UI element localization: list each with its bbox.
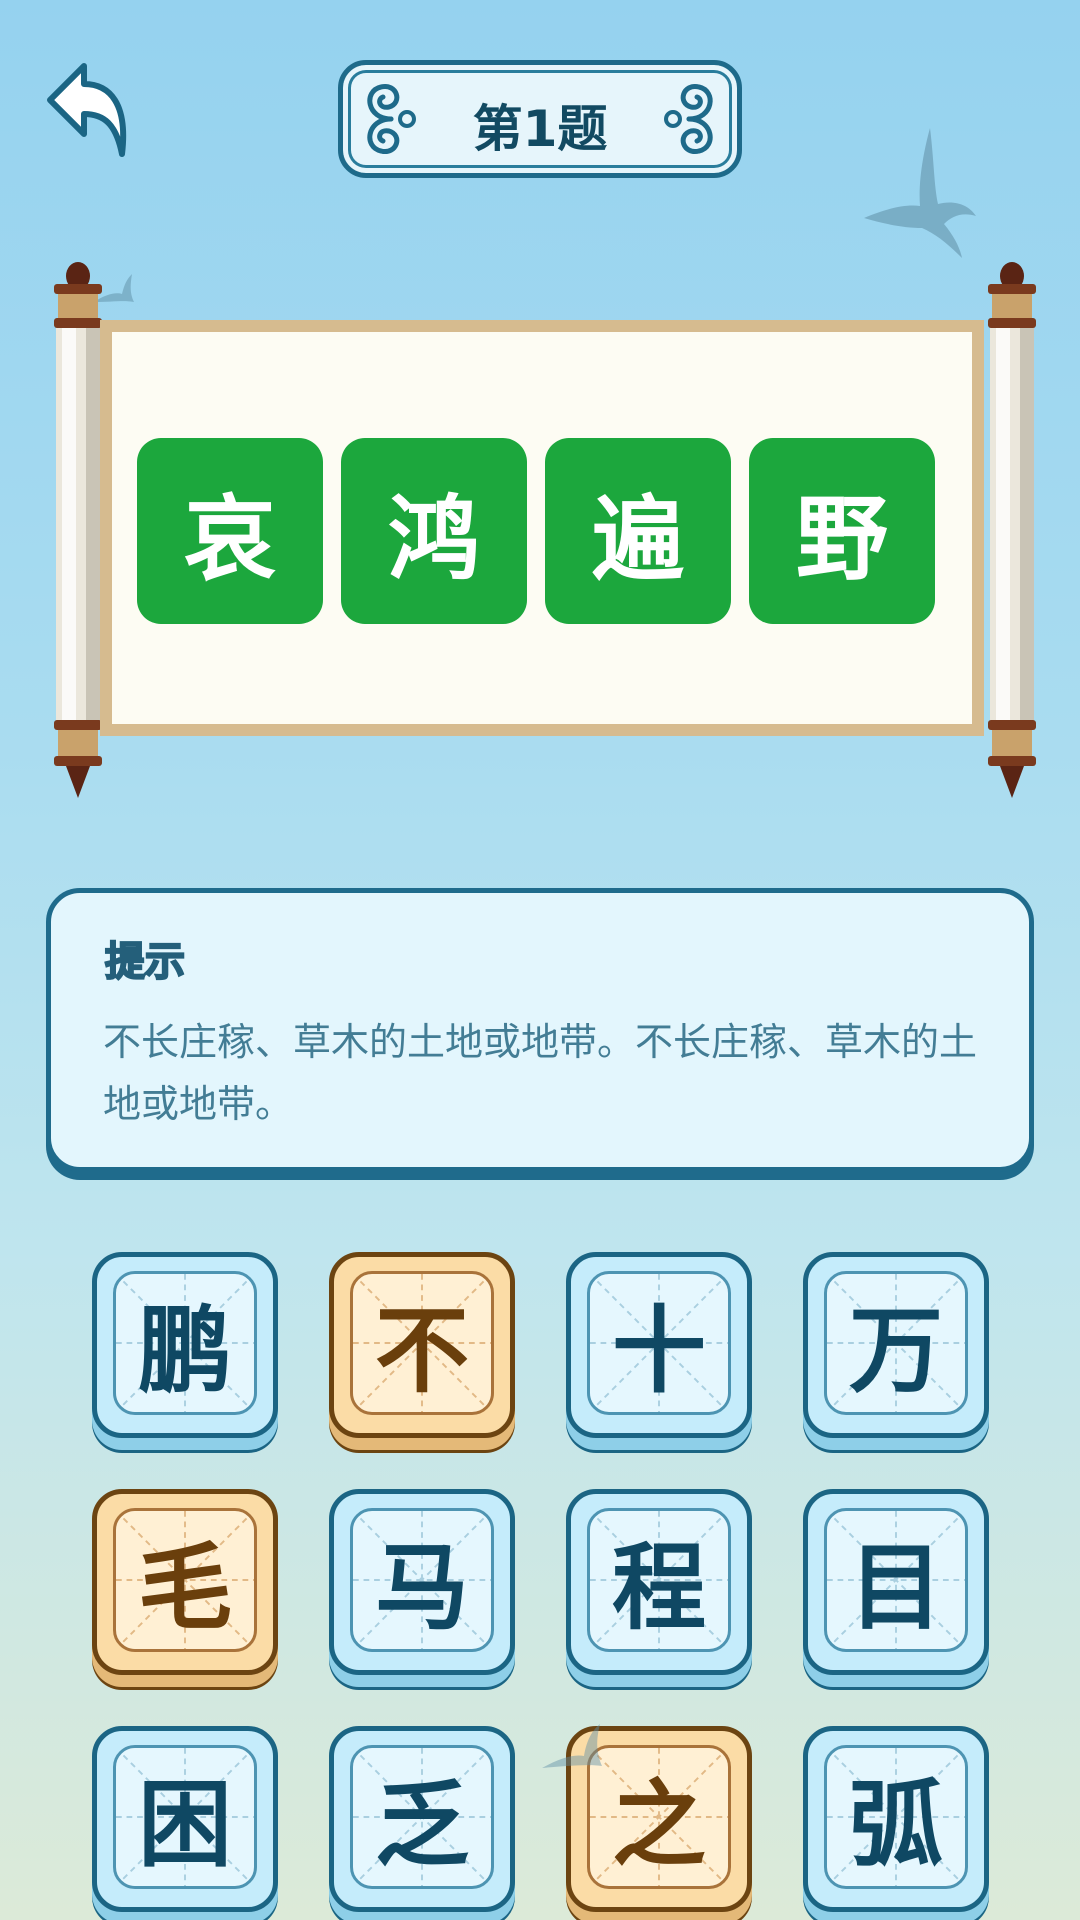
scroll-ornament-icon <box>664 84 713 154</box>
scroll-roller-right <box>988 262 1036 798</box>
swallow-bird-icon <box>864 128 976 258</box>
tian-grid-box: 马 <box>350 1508 494 1652</box>
candidate-char: 马 <box>374 1534 469 1643</box>
candidate-tile[interactable]: 十 <box>566 1252 752 1438</box>
answer-slots: 哀 鸿 遍 野 <box>137 438 935 624</box>
candidate-tile[interactable]: 目 <box>803 1489 989 1675</box>
candidate-char: 鹏 <box>137 1297 232 1406</box>
tian-grid-box: 目 <box>824 1508 968 1652</box>
candidate-tile[interactable]: 困 <box>92 1726 278 1912</box>
scroll-roller-left <box>54 262 102 798</box>
hint-title: 提示 <box>104 938 186 986</box>
candidate-char: 不 <box>374 1297 469 1406</box>
candidate-char: 弧 <box>848 1771 943 1880</box>
candidate-char: 万 <box>848 1297 943 1406</box>
tian-grid-box: 毛 <box>113 1508 257 1652</box>
candidate-tile[interactable]: 万 <box>803 1252 989 1438</box>
candidate-char: 十 <box>611 1297 706 1406</box>
tian-grid-box: 乏 <box>350 1745 494 1889</box>
candidate-char: 乏 <box>374 1771 469 1880</box>
candidate-tile[interactable]: 弧 <box>803 1726 989 1912</box>
swallow-bird-icon <box>542 1724 602 1768</box>
answer-slot[interactable]: 哀 <box>137 438 323 624</box>
hint-panel: 提示 不长庄稼、草木的土地或地带。不长庄稼、草木的土地或地带。 <box>46 888 1034 1172</box>
tian-grid-box: 鹏 <box>113 1271 257 1415</box>
candidate-tile[interactable]: 鹏 <box>92 1252 278 1438</box>
back-button[interactable] <box>44 58 130 162</box>
tian-grid-box: 困 <box>113 1745 257 1889</box>
candidate-char: 毛 <box>137 1534 232 1643</box>
tian-grid-box: 程 <box>587 1508 731 1652</box>
answer-slot[interactable]: 遍 <box>545 438 731 624</box>
question-title-plaque: 第1题 <box>338 60 742 178</box>
candidate-tile[interactable]: 乏 <box>329 1726 515 1912</box>
candidate-tile[interactable]: 程 <box>566 1489 752 1675</box>
tian-grid-box: 万 <box>824 1271 968 1415</box>
candidate-grid: 鹏 不 十 万毛 马 程 目困 乏 之 弧 <box>92 1252 992 1912</box>
candidate-tile[interactable]: 毛 <box>92 1489 278 1675</box>
back-arrow-icon <box>47 63 127 157</box>
candidate-char: 程 <box>611 1534 706 1643</box>
candidate-tile[interactable]: 马 <box>329 1489 515 1675</box>
tian-grid-box: 弧 <box>824 1745 968 1889</box>
candidate-char: 目 <box>848 1534 943 1643</box>
tian-grid-box: 十 <box>587 1271 731 1415</box>
answer-slot[interactable]: 鸿 <box>341 438 527 624</box>
candidate-char: 之 <box>611 1771 706 1880</box>
hint-text: 不长庄稼、草木的土地或地带。不长庄稼、草木的土地或地带。 <box>103 1020 978 1126</box>
candidate-char: 困 <box>137 1771 232 1880</box>
answer-slot[interactable]: 野 <box>749 438 935 624</box>
tian-grid-box: 不 <box>350 1271 494 1415</box>
candidate-tile[interactable]: 不 <box>329 1252 515 1438</box>
